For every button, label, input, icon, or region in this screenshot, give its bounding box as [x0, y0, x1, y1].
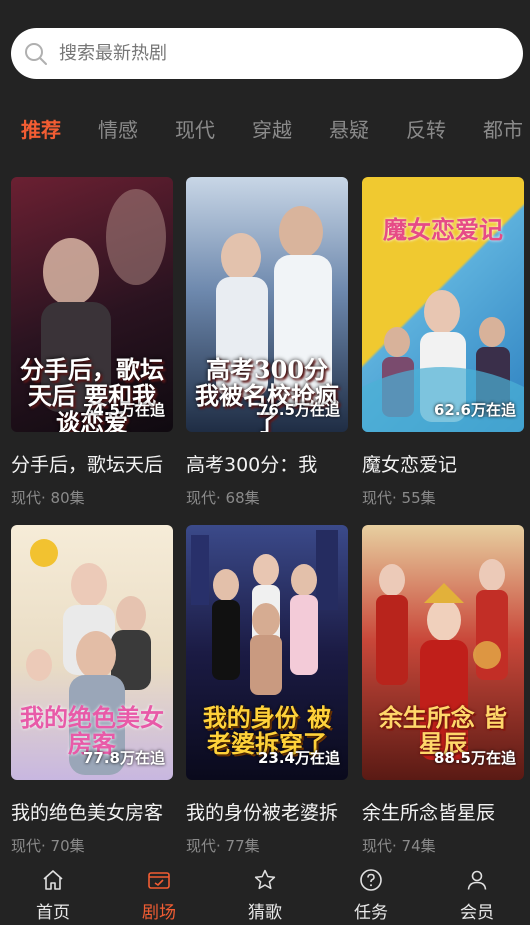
followers-count: 88.5万在追: [433, 749, 516, 767]
drama-poster[interactable]: 我的绝色美女房客 77.8万在追: [11, 525, 173, 780]
drama-poster[interactable]: 魔女恋爱记 62.6万在追: [362, 177, 524, 432]
card-title[interactable]: 分手后，歌坛天后: [11, 450, 173, 477]
poster-title: 分手后，歌坛天后 要和我谈恋爱: [20, 355, 164, 432]
card-meta: 现代· 68集: [186, 489, 260, 507]
drama-card[interactable]: 高考300分 我被名校抢疯了 76.5万在追 高考300分：我 现代· 68集: [186, 177, 348, 508]
drama-poster[interactable]: 余生所念 皆星辰 88.5万在追: [362, 525, 524, 780]
tab-suspense[interactable]: 悬疑: [329, 114, 369, 143]
tab-reversal[interactable]: 反转: [406, 114, 446, 143]
card-meta: 现代· 70集: [11, 837, 85, 855]
followers-count: 76.5万在追: [257, 401, 340, 419]
card-title[interactable]: 我的身份被老婆拆: [186, 798, 348, 825]
tab-time-travel[interactable]: 穿越: [252, 114, 292, 143]
bottom-nav: 首页 剧场 猜歌 任务 会员: [0, 858, 530, 925]
tab-recommend[interactable]: 推荐: [21, 114, 61, 143]
tab-emotion[interactable]: 情感: [98, 114, 138, 143]
star-icon: [254, 869, 276, 890]
user-icon: [467, 870, 487, 890]
drama-poster[interactable]: 高考300分 我被名校抢疯了 76.5万在追: [186, 177, 348, 432]
followers-count: 23.4万在追: [257, 749, 340, 767]
poster-title: 高考300分 我被名校抢疯了: [195, 355, 339, 432]
nav-theater-label: 剧场: [142, 903, 176, 923]
nav-theater[interactable]: 剧场: [119, 858, 199, 923]
card-title[interactable]: 魔女恋爱记: [362, 450, 524, 477]
drama-card[interactable]: 我的绝色美女房客 77.8万在追 我的绝色美女房客 现代· 70集: [11, 525, 173, 856]
drama-poster[interactable]: 我的身份 被老婆拆穿了 23.4万在追: [186, 525, 348, 780]
nav-home-label: 首页: [36, 903, 70, 923]
drama-card[interactable]: 分手后，歌坛天后 要和我谈恋爱 74.5万在追 分手后，歌坛天后 现代· 80集: [11, 177, 173, 508]
category-tabs: 推荐 情感 现代 穿越 悬疑 反转 都市: [0, 110, 530, 146]
card-meta: 现代· 74集: [362, 837, 436, 855]
card-title[interactable]: 余生所念皆星辰: [362, 798, 524, 825]
card-meta: 现代· 77集: [186, 837, 260, 855]
card-title[interactable]: 高考300分：我: [186, 450, 348, 477]
home-icon: [43, 870, 63, 890]
card-title[interactable]: 我的绝色美女房客: [11, 798, 173, 825]
nav-member-label: 会员: [460, 903, 494, 923]
nav-member[interactable]: 会员: [437, 858, 517, 923]
nav-tasks[interactable]: 任务: [331, 858, 411, 923]
card-meta: 现代· 80集: [11, 489, 85, 507]
drama-poster[interactable]: 分手后，歌坛天后 要和我谈恋爱 74.5万在追: [11, 177, 173, 432]
followers-count: 62.6万在追: [433, 401, 516, 419]
theater-icon: [148, 872, 170, 889]
nav-home[interactable]: 首页: [13, 858, 93, 923]
nav-guess-song-label: 猜歌: [248, 903, 282, 923]
nav-guess-song[interactable]: 猜歌: [225, 858, 305, 923]
search-input[interactable]: [59, 43, 479, 64]
search-bar[interactable]: [11, 28, 523, 79]
tab-urban[interactable]: 都市: [483, 114, 523, 143]
search-icon: [25, 42, 47, 65]
tab-modern[interactable]: 现代: [175, 114, 215, 143]
nav-tasks-label: 任务: [354, 903, 388, 923]
drama-card[interactable]: 魔女恋爱记 62.6万在追 魔女恋爱记 现代· 55集: [362, 177, 524, 508]
followers-count: 74.5万在追: [82, 401, 165, 419]
drama-card[interactable]: 余生所念 皆星辰 88.5万在追 余生所念皆星辰 现代· 74集: [362, 525, 524, 856]
question-icon: [360, 869, 382, 891]
poster-title: 魔女恋爱记: [383, 215, 503, 244]
followers-count: 77.8万在追: [82, 749, 165, 767]
drama-card[interactable]: 我的身份 被老婆拆穿了 23.4万在追 我的身份被老婆拆 现代· 77集: [186, 525, 348, 856]
card-meta: 现代· 55集: [362, 489, 436, 507]
